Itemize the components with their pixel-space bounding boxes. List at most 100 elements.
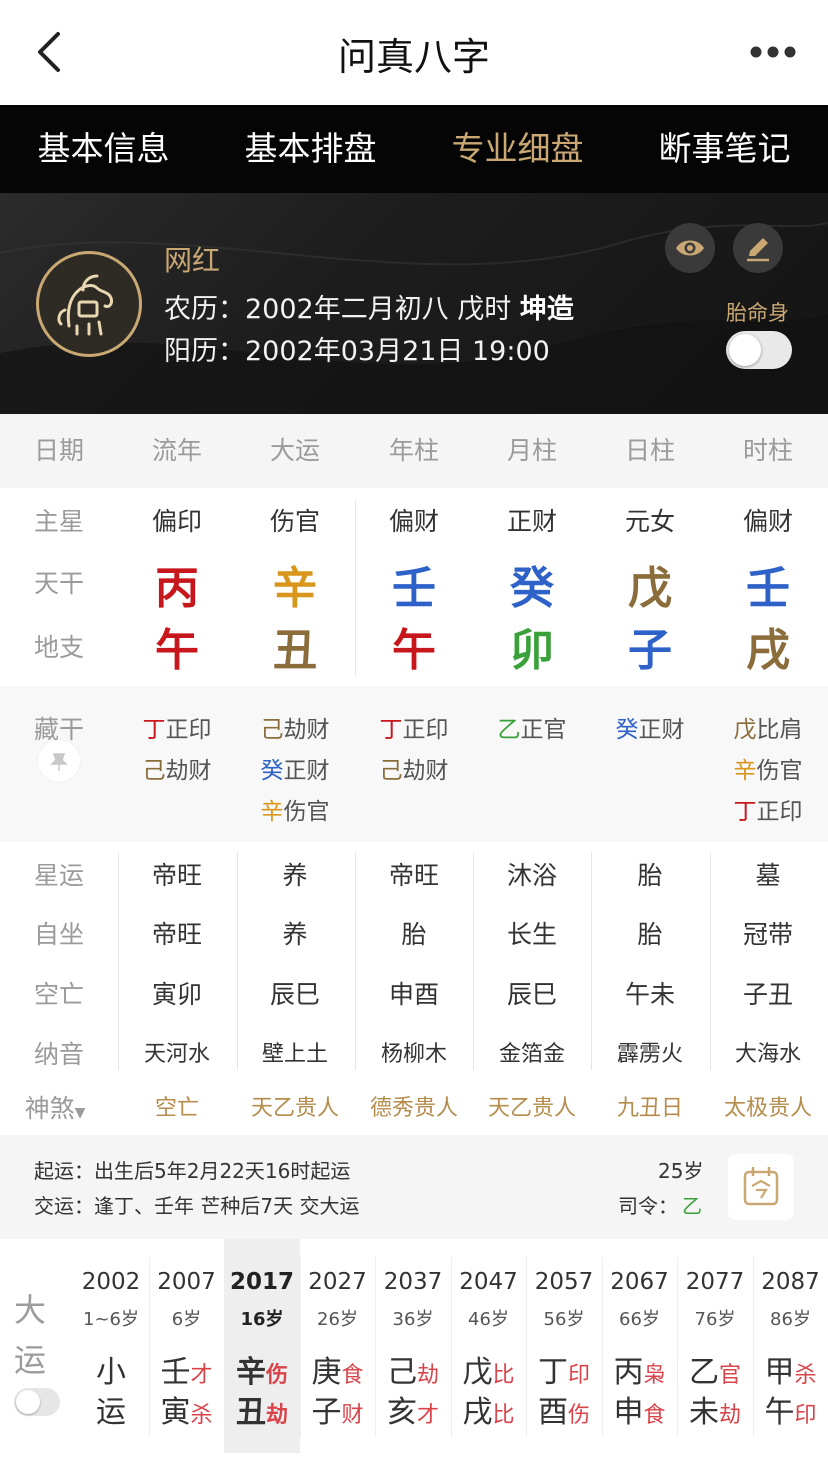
- shensha-cell[interactable]: 空亡: [118, 1090, 236, 1122]
- dayun-shishen: 杀: [794, 1363, 817, 1388]
- dizhi-day: 子: [628, 625, 672, 676]
- dayun-column[interactable]: 2087 86岁 甲杀 午印: [753, 1239, 828, 1453]
- dayun-shishen: 食: [643, 1403, 666, 1428]
- dayun-top-char: 甲杀: [753, 1347, 828, 1391]
- dayun-bottom-char: 未劫: [677, 1387, 753, 1431]
- eye-icon: [676, 240, 704, 256]
- dayun-toggle[interactable]: [14, 1388, 60, 1416]
- xingyun-cell: 沐浴: [506, 861, 557, 890]
- zizuo-cell: 帝旺: [151, 920, 202, 949]
- canggan-gan: 癸: [260, 758, 284, 784]
- dayun-column[interactable]: 2067 66岁 丙枭 申食: [602, 1239, 678, 1453]
- shensha-cell[interactable]: 德秀贵人: [355, 1090, 473, 1122]
- dayun-year: 2077: [685, 1269, 745, 1295]
- canggan-item: 癸正财: [591, 710, 709, 744]
- dayun-section: 大 运 2002 1~6岁小运 2007 6岁 壬才 寅杀 2017 16岁 辛伤 丑劫 2027 2…: [0, 1239, 828, 1472]
- zizuo-cell: 胎: [401, 920, 427, 949]
- tab-professional-chart[interactable]: 专业细盘: [414, 105, 621, 193]
- shensha-cell[interactable]: 天乙贵人: [236, 1090, 354, 1122]
- dayun-column[interactable]: 2047 46岁 戊比 戌比: [451, 1239, 527, 1453]
- canggan-shishen: 正印: [756, 799, 803, 825]
- zhuxing-month: 正财: [506, 507, 557, 536]
- solar-date: 阳历：2002年03月21日 19:00: [164, 329, 550, 368]
- tab-notes[interactable]: 断事笔记: [621, 105, 828, 193]
- col-date: 日期: [33, 436, 84, 465]
- tiangan-hour: 壬: [746, 563, 790, 614]
- canggan-item: 己劫财: [236, 710, 354, 744]
- dayun-age: 26岁: [317, 1309, 358, 1330]
- profile-name: 网红: [164, 244, 221, 277]
- dayun-column[interactable]: 2077 76岁 乙官 未劫: [677, 1239, 753, 1453]
- dayun-top-char: 壬才: [149, 1347, 225, 1391]
- xingyun-cell: 胎: [637, 861, 663, 890]
- dayun-column[interactable]: 2007 6岁 壬才 寅杀: [149, 1239, 225, 1453]
- canggan-item: 辛伤官: [709, 751, 827, 785]
- dayun-ganzhi: 申: [613, 1395, 644, 1430]
- tab-basic-chart[interactable]: 基本排盘: [207, 105, 414, 193]
- dayun-column[interactable]: 2057 56岁 丁印 酉伤: [526, 1239, 602, 1453]
- canggan-gan: 己: [260, 717, 284, 743]
- divider: [224, 1257, 225, 1437]
- nayin-cell: 杨柳木: [380, 1042, 447, 1067]
- dayun-year: 2067: [610, 1269, 669, 1295]
- row-label-tiangan: 天干: [33, 569, 84, 598]
- taiming-toggle[interactable]: [726, 331, 792, 369]
- zhuxing-year: 偏财: [388, 507, 439, 536]
- divider: [450, 1257, 452, 1437]
- view-button[interactable]: [665, 223, 715, 273]
- row-label-shensha[interactable]: 神煞▼: [0, 1089, 114, 1125]
- dayun-ganzhi: 庚: [311, 1355, 342, 1390]
- dayun-label-bottom: 运: [14, 1341, 47, 1379]
- dayun-bottom-char: 戌比: [451, 1387, 527, 1431]
- tiangan-day: 戊: [628, 563, 672, 614]
- canggan-item: 丁正印: [709, 792, 827, 826]
- col-liunian: 流年: [151, 436, 202, 465]
- tiangan-year: 壬: [392, 563, 436, 614]
- dayun-column[interactable]: 2037 36岁 己劫 亥才: [375, 1239, 451, 1453]
- canggan-gan: 戊: [733, 717, 757, 743]
- dayun-bottom-char: 酉伤: [526, 1387, 602, 1431]
- canggan-gan: 癸: [615, 717, 639, 743]
- dayun-ganzhi: 丁: [537, 1355, 568, 1390]
- divider: [601, 1257, 603, 1437]
- shensha-cell[interactable]: 天乙贵人: [473, 1090, 591, 1122]
- dayun-ganzhi: 己: [386, 1355, 417, 1390]
- kongwang-cell: 午未: [624, 980, 675, 1009]
- dayun-shishen: 才: [416, 1403, 439, 1428]
- xingyun-cell: 帝旺: [388, 861, 439, 890]
- dayun-top-char: 丁印: [526, 1347, 602, 1391]
- row-label-dizhi: 地支: [33, 633, 84, 662]
- dayun-age: 1~6岁: [83, 1309, 139, 1330]
- more-options-icon[interactable]: [750, 42, 796, 62]
- profile-card: 网红 农历：2002年二月初八 戊时 坤造 阳历：2002年03月21日 19:…: [0, 193, 828, 414]
- canggan-gan: 辛: [733, 758, 757, 784]
- gender-label: 坤造: [519, 294, 574, 325]
- shensha-cell[interactable]: 太极贵人: [709, 1090, 827, 1122]
- shensha-cell[interactable]: 九丑日: [591, 1090, 709, 1122]
- edit-button[interactable]: [733, 223, 783, 273]
- dayun-shishen: 杀: [190, 1403, 213, 1428]
- dayun-shishen: 枭: [643, 1363, 666, 1388]
- shensha-label: 神煞: [24, 1094, 75, 1123]
- xingyun-cell: 墓: [755, 861, 781, 890]
- pin-button[interactable]: [38, 740, 80, 782]
- canggan-gan: 辛: [260, 799, 284, 825]
- dizhi-hour: 戌: [746, 625, 790, 676]
- calendar-icon: [743, 1167, 779, 1206]
- zizuo-cell: 长生: [506, 920, 557, 949]
- dayun-column[interactable]: 2002 1~6岁小运: [73, 1239, 149, 1453]
- col-day-pillar: 日柱: [624, 436, 675, 465]
- nayin-cell: 壁上土: [261, 1042, 328, 1067]
- app-header: 问真八字: [0, 0, 828, 105]
- kongwang-cell: 辰巳: [506, 980, 557, 1009]
- dayun-ganzhi: 午: [764, 1395, 795, 1430]
- calendar-button[interactable]: [728, 1154, 794, 1220]
- dayun-top-char: 乙官: [677, 1347, 753, 1391]
- dayun-year: 2057: [534, 1269, 594, 1295]
- canggan-item: 癸正财: [236, 751, 354, 785]
- dayun-age: 46岁: [468, 1309, 509, 1330]
- dayun-column[interactable]: 2017 16岁 辛伤 丑劫: [224, 1239, 300, 1453]
- zhuxing-dayun: 伤官: [269, 507, 320, 536]
- tab-basic-info[interactable]: 基本信息: [0, 105, 207, 193]
- dayun-column[interactable]: 2027 26岁 庚食 子财: [300, 1239, 376, 1453]
